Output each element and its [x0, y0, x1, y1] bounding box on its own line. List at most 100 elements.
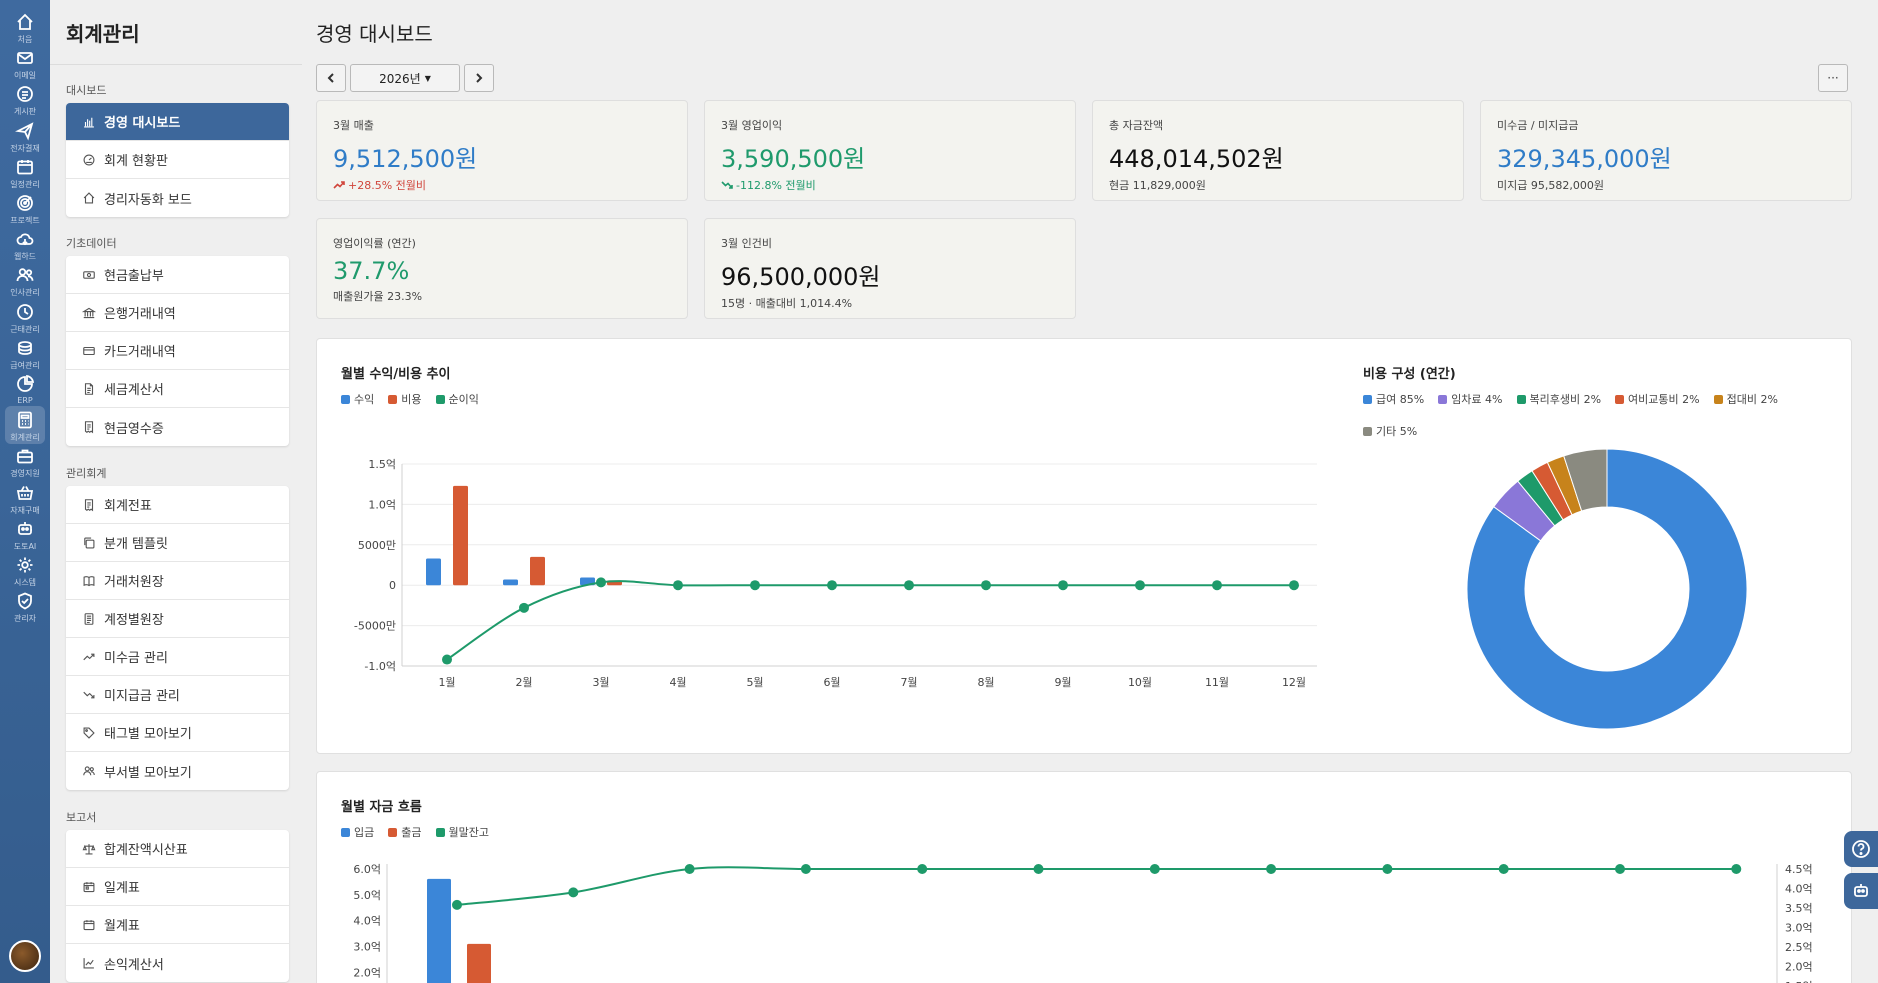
cost-composition-donut: [1466, 448, 1748, 730]
help-button[interactable]: [1844, 831, 1878, 867]
rail-item-5[interactable]: 프로젝트: [0, 189, 50, 227]
point-순이익[interactable]: [1212, 580, 1222, 591]
rail-item-0[interactable]: 처음: [0, 8, 50, 46]
legend-item[interactable]: 급여 85%: [1363, 391, 1424, 407]
sidebar-item[interactable]: 분개 템플릿: [66, 524, 289, 562]
sidebar-item-label: 현금영수증: [104, 421, 164, 437]
ai-assistant-button[interactable]: [1844, 873, 1878, 909]
sidebar-item[interactable]: 회계 현황판: [66, 141, 289, 179]
point-월말잔고[interactable]: [1149, 864, 1160, 874]
bar-출금[interactable]: [467, 943, 491, 983]
rail-item-2[interactable]: 게시판: [0, 80, 50, 118]
sidebar-item[interactable]: 미지급금 관리: [66, 676, 289, 714]
sidebar-item[interactable]: 경영 대시보드: [66, 103, 289, 141]
sidebar-item[interactable]: 경리자동화 보드: [66, 179, 289, 217]
point-월말잔고[interactable]: [1498, 864, 1509, 874]
sidebar-item[interactable]: 현금영수증: [66, 408, 289, 446]
legend-item[interactable]: 기타 5%: [1363, 423, 1417, 439]
point-월말잔고[interactable]: [1731, 864, 1742, 874]
point-순이익[interactable]: [904, 580, 914, 591]
sidebar-item[interactable]: 월계표: [66, 906, 289, 944]
sidebar-item-label: 세금계산서: [104, 383, 164, 398]
user-avatar[interactable]: [9, 940, 41, 972]
point-순이익[interactable]: [673, 580, 683, 591]
point-월말잔고[interactable]: [917, 864, 928, 874]
page-title: 경영 대시보드: [316, 22, 433, 46]
rail-item-6[interactable]: 웹하드: [0, 225, 50, 263]
rail-item-14[interactable]: 도토AI: [0, 515, 50, 553]
sidebar-item[interactable]: 계정별원장: [66, 600, 289, 638]
point-순이익[interactable]: [1058, 580, 1068, 591]
scale-icon: [82, 843, 96, 854]
receipt-icon: [84, 421, 94, 434]
sidebar-item[interactable]: 태그별 모아보기: [66, 714, 289, 752]
point-순이익[interactable]: [1135, 580, 1145, 591]
rail-item-15[interactable]: 시스템: [0, 551, 50, 589]
point-월말잔고[interactable]: [1382, 864, 1393, 874]
bar-수익[interactable]: [426, 558, 441, 586]
point-순이익[interactable]: [1289, 580, 1299, 591]
sidebar-item[interactable]: 합계잔액시산표: [66, 830, 289, 868]
rail-item-1[interactable]: 이메일: [0, 44, 50, 82]
rail-item-8[interactable]: 근태관리: [0, 298, 50, 336]
sidebar-item[interactable]: 미수금 관리: [66, 638, 289, 676]
rail-item-16[interactable]: 관리자: [0, 587, 50, 625]
legend-item[interactable]: 복리후생비 2%: [1516, 391, 1601, 407]
shield-icon: [18, 592, 32, 610]
bar-입금[interactable]: [427, 878, 451, 983]
point-월말잔고[interactable]: [800, 864, 811, 874]
rail-item-10[interactable]: ERP: [0, 370, 50, 408]
sidebar-item[interactable]: 세금계산서: [66, 370, 289, 408]
rail-item-13[interactable]: 자재구매: [0, 479, 50, 517]
point-월말잔고[interactable]: [1033, 864, 1044, 874]
sidebar-item[interactable]: 은행거래내역: [66, 294, 289, 332]
bar-비용[interactable]: [453, 485, 468, 586]
rail-item-7[interactable]: 인사관리: [0, 261, 50, 299]
legend-item[interactable]: 여비교통비 2%: [1615, 391, 1700, 407]
sidebar-item[interactable]: 일계표: [66, 868, 289, 906]
point-순이익[interactable]: [827, 580, 837, 591]
sidebar-item[interactable]: 카드거래내역: [66, 332, 289, 370]
year-select[interactable]: 2026년 ▼: [350, 64, 460, 92]
rail-item-9[interactable]: 급여관리: [0, 334, 50, 372]
rail-item-12[interactable]: 경영지원: [0, 442, 50, 480]
gear-icon: [17, 557, 33, 573]
prev-year-button[interactable]: [316, 64, 346, 92]
point-월말잔고[interactable]: [684, 864, 695, 874]
point-순이익[interactable]: [519, 602, 529, 613]
sidebar-item-label: 경리자동화 보드: [104, 192, 192, 208]
y-tick-label: 2.0억: [353, 966, 381, 979]
cash-flow-chart-title: 월별 자금 흐름: [341, 800, 422, 815]
legend-label: 수익: [354, 393, 375, 406]
next-year-button[interactable]: [464, 64, 494, 92]
legend-item[interactable]: 접대비 2%: [1713, 391, 1778, 407]
rail-item-label: 관리자: [13, 614, 37, 624]
rail-item-4[interactable]: 일정관리: [0, 153, 50, 191]
point-순이익[interactable]: [750, 580, 760, 591]
calendar-icon: [17, 159, 33, 175]
point-순이익[interactable]: [596, 577, 606, 588]
legend-item[interactable]: 임차료 4%: [1438, 391, 1503, 407]
rail-item-3[interactable]: 전자결재: [0, 117, 50, 155]
more-options-button[interactable]: ···: [1818, 64, 1848, 92]
sidebar-item[interactable]: 회계전표: [66, 486, 289, 524]
point-순이익[interactable]: [981, 580, 991, 591]
y2-tick-label: 4.0억: [1785, 883, 1813, 896]
point-월말잔고[interactable]: [568, 887, 579, 898]
sidebar-item-label: 합계잔액시산표: [104, 843, 188, 858]
legend-item[interactable]: 순이익: [435, 391, 479, 407]
point-월말잔고[interactable]: [1266, 864, 1277, 874]
sidebar-item[interactable]: 부서별 모아보기: [66, 752, 289, 790]
sidebar-item[interactable]: 손익계산서: [66, 944, 289, 982]
point-월말잔고[interactable]: [452, 899, 462, 910]
point-순이익[interactable]: [442, 654, 452, 665]
rail-item-11[interactable]: 회계관리: [5, 406, 45, 445]
line-chart-icon: [83, 958, 94, 969]
legend-item[interactable]: 비용: [388, 391, 422, 407]
sidebar-item[interactable]: 현금출납부: [66, 256, 289, 294]
bar-수익[interactable]: [503, 579, 518, 586]
bar-비용[interactable]: [530, 556, 545, 586]
point-월말잔고[interactable]: [1615, 864, 1625, 874]
sidebar-item[interactable]: 거래처원장: [66, 562, 289, 600]
legend-item[interactable]: 수익: [341, 391, 374, 407]
